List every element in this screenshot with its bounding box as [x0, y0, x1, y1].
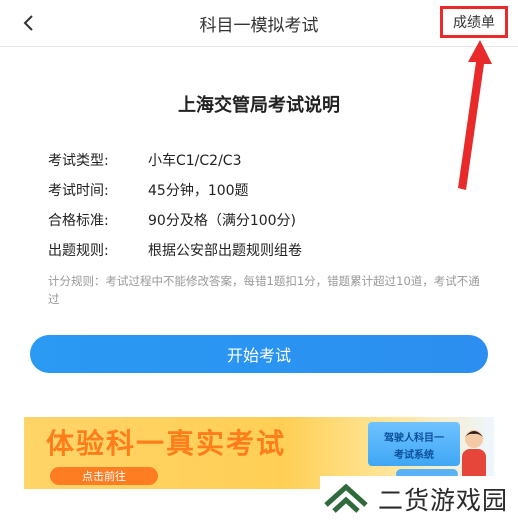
banner-go-label: 点击前往: [82, 470, 126, 483]
scoring-note: 计分规则：考试过程中不能修改答案，每错1题扣1分，错题累计超过10道，考试不通过: [48, 274, 480, 306]
red-arrow-annotation: [458, 40, 492, 190]
exam-info: 考试类型: 小车C1/C2/C3 考试时间: 45分钟，100题 合格标准: 9…: [48, 145, 302, 265]
info-key: 出题规则:: [48, 243, 109, 259]
watermark: 二货游戏园: [320, 476, 518, 522]
score-report-label: 成绩单: [453, 15, 495, 31]
info-row-type: 考试类型: 小车C1/C2/C3: [48, 145, 302, 175]
start-exam-label: 开始考试: [226, 346, 291, 365]
info-value: 小车C1/C2/C3: [148, 153, 242, 169]
info-key: 考试类型:: [48, 153, 109, 169]
info-row-pass: 合格标准: 90分及格（满分100分): [48, 205, 302, 235]
promo-line-1: 驾驶人科目一: [384, 433, 444, 444]
info-row-rule: 出题规则: 根据公安部出题规则组卷: [48, 235, 302, 265]
page-title: 上海交管局考试说明: [178, 95, 340, 116]
info-key: 合格标准:: [48, 213, 109, 229]
info-value: 45分钟，100题: [148, 183, 249, 199]
start-exam-button[interactable]: 开始考试: [30, 335, 488, 373]
promo-line-2: 考试系统: [394, 450, 434, 461]
info-key: 考试时间:: [48, 183, 109, 199]
score-report-button[interactable]: 成绩单: [440, 6, 508, 38]
info-value: 90分及格（满分100分): [148, 213, 296, 229]
info-value: 根据公安部出题规则组卷: [148, 243, 302, 259]
banner-title: 体验科一真实考试: [46, 427, 287, 460]
exam-system-monitor: 驾驶人科目一 考试系统: [368, 422, 460, 466]
info-row-time: 考试时间: 45分钟，100题: [48, 175, 302, 205]
watermark-text: 二货游戏园: [378, 486, 509, 515]
watermark-logo-icon: [324, 483, 368, 513]
banner-go-button[interactable]: 点击前往: [50, 467, 158, 485]
